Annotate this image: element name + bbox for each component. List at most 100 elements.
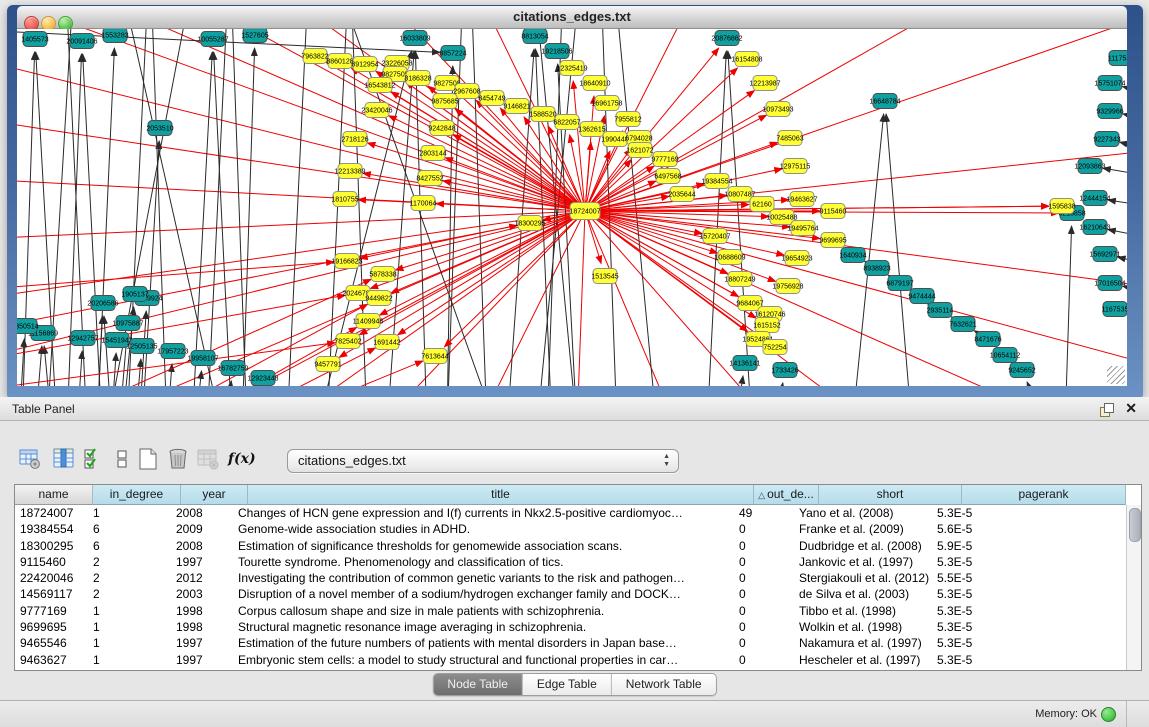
- graph-node-teal[interactable]: 9474444: [908, 289, 935, 304]
- graph-node-yellow[interactable]: 1691442: [373, 335, 400, 350]
- graph-node-yellow[interactable]: 15720407: [699, 229, 730, 244]
- graph-node-yellow[interactable]: 19463627: [786, 192, 817, 207]
- graph-node-teal[interactable]: 16210643: [1079, 220, 1110, 235]
- graph-node-yellow[interactable]: 1513545: [591, 269, 618, 284]
- graph-node-yellow[interactable]: 9242848: [428, 121, 455, 136]
- graph-node-teal[interactable]: 1405573: [21, 32, 48, 47]
- graph-node-yellow[interactable]: 1170064: [410, 196, 437, 211]
- graph-node-teal[interactable]: 2053510: [146, 121, 173, 136]
- graph-node-yellow[interactable]: 1595838: [1048, 199, 1075, 214]
- graph-node-teal[interactable]: 10654112: [990, 348, 1021, 363]
- vertical-scrollbar[interactable]: [1126, 505, 1141, 670]
- graph-node-teal[interactable]: 1117535: [1108, 51, 1127, 66]
- graph-node-yellow[interactable]: 19756928: [772, 279, 803, 294]
- network-window[interactable]: citations_edges.txt 14055732009140615532…: [7, 5, 1143, 397]
- node-table[interactable]: namein_degreeyeartitle△out_de...shortpag…: [14, 484, 1142, 671]
- column-header-short[interactable]: short: [819, 485, 962, 505]
- graph-node-yellow[interactable]: 9115460: [820, 204, 847, 219]
- graph-node-yellow[interactable]: 12325419: [556, 61, 587, 76]
- graph-node-yellow[interactable]: 7613644: [421, 349, 448, 364]
- graph-node-teal[interactable]: 20206586: [87, 296, 118, 311]
- graph-node-yellow[interactable]: 9875685: [431, 94, 458, 109]
- graph-node-teal[interactable]: 10975887: [112, 316, 143, 331]
- function-icon[interactable]: f(x): [228, 451, 254, 477]
- graph-hub-node[interactable]: 18724007: [569, 203, 600, 220]
- graph-node-teal[interactable]: 1167535: [1102, 302, 1127, 317]
- table-settings-icon[interactable]: [18, 447, 44, 473]
- graph-node-yellow[interactable]: 18807249: [724, 272, 755, 287]
- graph-node-teal[interactable]: 19958107: [187, 351, 218, 366]
- tab-network-table[interactable]: Network Table: [612, 674, 716, 695]
- graph-node-teal[interactable]: 16033809: [399, 31, 430, 46]
- graph-node-yellow[interactable]: 5878338: [369, 267, 396, 282]
- graph-node-yellow[interactable]: 12975115: [780, 159, 811, 174]
- network-canvas[interactable]: 1405573200914061553283100552871527605160…: [17, 29, 1127, 386]
- graph-node-teal[interactable]: 20876862: [711, 31, 742, 46]
- graph-node-teal[interactable]: 16648784: [869, 94, 900, 109]
- graph-node-teal[interactable]: 17957223: [157, 344, 188, 359]
- graph-node-yellow[interactable]: 2967608: [453, 84, 480, 99]
- graph-node-yellow[interactable]: 10973493: [762, 102, 793, 117]
- new-document-icon[interactable]: [136, 447, 162, 473]
- graph-node-yellow[interactable]: 1810755: [331, 192, 358, 207]
- table-row[interactable]: 1830029562008Estimation of significance …: [15, 538, 1141, 554]
- graph-node-yellow[interactable]: 7825402: [334, 334, 361, 349]
- graph-node-yellow[interactable]: 1362615: [578, 122, 605, 137]
- graph-node-yellow[interactable]: 16154808: [731, 52, 762, 67]
- column-header-in_degree[interactable]: in_degree: [93, 485, 181, 505]
- column-header-year[interactable]: year: [181, 485, 248, 505]
- table-row[interactable]: 977716911998Corpus callosum shape and si…: [15, 603, 1141, 619]
- table-row[interactable]: 946362711997Embryonic stem cells: a mode…: [15, 652, 1141, 668]
- table-row[interactable]: 1456911722003Disruption of a novel membe…: [15, 586, 1141, 602]
- graph-node-teal[interactable]: 8471676: [974, 332, 1001, 347]
- graph-node-yellow[interactable]: 19495764: [787, 221, 818, 236]
- graph-node-yellow[interactable]: 8427552: [416, 171, 443, 186]
- graph-node-teal[interactable]: 1640934: [839, 248, 866, 263]
- graph-node-yellow[interactable]: 16543812: [364, 78, 395, 93]
- graph-node-yellow[interactable]: 752254: [763, 340, 787, 355]
- column-header-pagerank[interactable]: pagerank: [962, 485, 1126, 505]
- graph-node-teal[interactable]: 12923448: [247, 371, 278, 386]
- table-row[interactable]: 946554611997Estimation of the future num…: [15, 635, 1141, 651]
- graph-node-yellow[interactable]: 9146821: [503, 99, 530, 114]
- graph-node-yellow[interactable]: 9449822: [365, 291, 392, 306]
- graph-node-yellow[interactable]: 7955812: [614, 112, 641, 127]
- table-row[interactable]: 1872400712008Changes of HCN gene express…: [15, 505, 1141, 521]
- graph-node-teal[interactable]: 7632621: [949, 317, 976, 332]
- tab-node-table[interactable]: Node Table: [433, 674, 523, 695]
- graph-node-yellow[interactable]: 9777169: [651, 152, 678, 167]
- graph-node-teal[interactable]: 8813054: [521, 29, 548, 44]
- graph-node-yellow[interactable]: 9699695: [819, 233, 846, 248]
- graph-node-yellow[interactable]: 2803144: [419, 146, 446, 161]
- tab-edge-table[interactable]: Edge Table: [523, 674, 612, 695]
- graph-node-yellow[interactable]: 8860128: [326, 54, 353, 69]
- table-header-row[interactable]: namein_degreeyeartitle△out_de...shortpag…: [15, 485, 1141, 505]
- graph-node-yellow[interactable]: 16961758: [591, 96, 622, 111]
- graph-node-teal[interactable]: 12505135: [126, 339, 157, 354]
- table-row[interactable]: 1938455462009Genome-wide association stu…: [15, 521, 1141, 537]
- graph-node-teal[interactable]: 10055287: [197, 32, 228, 47]
- graph-node-teal[interactable]: 17016504: [1094, 276, 1125, 291]
- graph-node-teal[interactable]: 15692971: [1089, 247, 1120, 262]
- graph-node-teal[interactable]: 9245652: [1008, 363, 1035, 378]
- graph-node-teal[interactable]: 8350514: [17, 319, 39, 334]
- graph-node-yellow[interactable]: 10688609: [714, 250, 745, 265]
- window-titlebar[interactable]: citations_edges.txt: [17, 6, 1127, 29]
- close-icon[interactable]: ✕: [1125, 400, 1137, 417]
- select-column-icon[interactable]: [52, 447, 78, 473]
- table-row[interactable]: 2242004622012Investigating the contribut…: [15, 570, 1141, 586]
- graph-node-yellow[interactable]: 12213987: [749, 76, 780, 91]
- graph-node-teal[interactable]: 12444154: [1079, 191, 1110, 206]
- trash-icon[interactable]: [166, 447, 192, 473]
- column-header-title[interactable]: title: [248, 485, 754, 505]
- graph-node-teal[interactable]: 8857224: [439, 46, 466, 61]
- graph-node-teal[interactable]: 9329966: [1096, 104, 1123, 119]
- graph-node-yellow[interactable]: 2718126: [341, 132, 368, 147]
- graph-node-yellow[interactable]: 19166823: [331, 254, 362, 269]
- graph-node-yellow[interactable]: 18300295: [514, 216, 545, 231]
- graph-node-yellow[interactable]: 2035644: [668, 187, 695, 202]
- graph-node-teal[interactable]: 9227343: [1093, 132, 1120, 147]
- graph-node-teal[interactable]: 16782759: [217, 361, 248, 376]
- graph-node-yellow[interactable]: 8454749: [478, 91, 505, 106]
- delete-table-icon[interactable]: [196, 447, 222, 473]
